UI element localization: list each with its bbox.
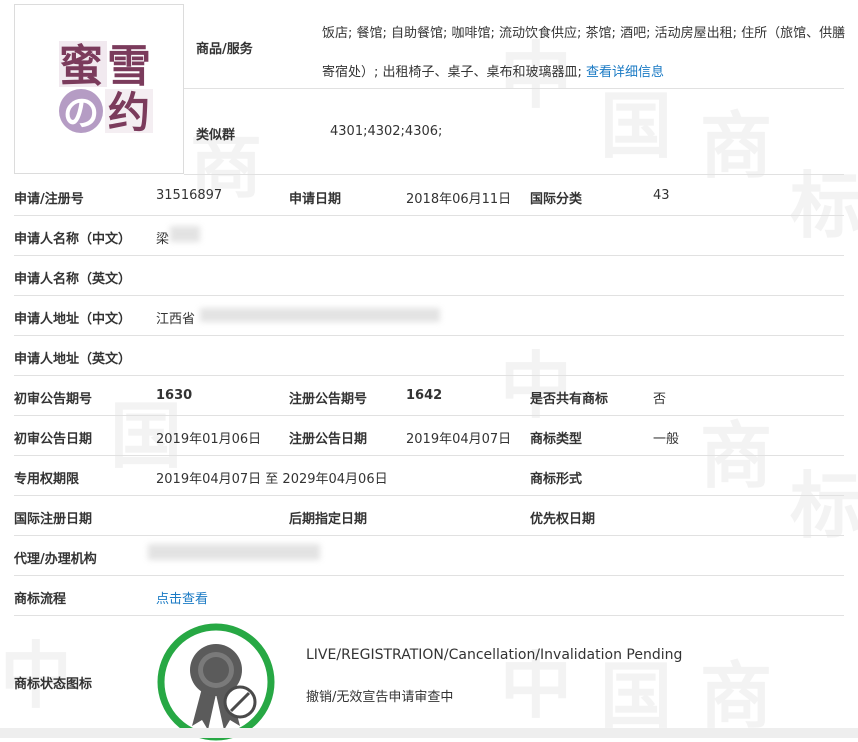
status-text-en: LIVE/REGISTRATION/Cancellation/Invalidat… — [306, 647, 683, 663]
view-details-link[interactable]: 查看详细信息 — [586, 65, 664, 80]
similar-group-label: 类似群 — [196, 128, 236, 143]
redacted-block — [148, 544, 320, 560]
row-divider — [14, 615, 844, 616]
reg-issue-label: 注册公告期号 — [289, 392, 368, 407]
logo-char: 约 — [108, 88, 150, 137]
row-divider — [14, 495, 844, 496]
goods-services-value: 饭店; 餐馆; 自助餐馆; 咖啡馆; 流动饮食供应; 茶馆; 酒吧; 活动房屋出… — [322, 14, 852, 92]
row-divider — [14, 255, 844, 256]
reg-date-value: 2019年04月07日 — [406, 432, 512, 447]
process-view-link[interactable]: 点击查看 — [156, 588, 208, 607]
exclusive-period-value: 2019年04月07日 至 2029年04月06日 — [156, 472, 388, 487]
exclusive-period-label: 专用权期限 — [14, 472, 80, 487]
shared-mark-label: 是否共有商标 — [530, 392, 609, 407]
row-divider — [14, 335, 844, 336]
similar-group-value: 4301;4302;4306; — [330, 124, 443, 139]
intl-class-label: 国际分类 — [530, 192, 583, 207]
prelim-date-label: 初审公告日期 — [14, 432, 93, 447]
row-divider — [14, 375, 844, 376]
goods-services-label: 商品/服务 — [196, 42, 253, 57]
logo-char: の — [63, 93, 99, 134]
reg-issue-value: 1642 — [406, 388, 443, 403]
bottom-scroll-bar — [0, 728, 858, 738]
applicant-cn-label: 申请人名称（中文） — [14, 232, 132, 247]
app-date-label: 申请日期 — [289, 192, 342, 207]
reg-no-value: 31516897 — [156, 188, 223, 203]
intl-reg-date-label: 国际注册日期 — [14, 512, 93, 527]
prelim-issue-value: 1630 — [156, 388, 193, 403]
trademark-image[interactable]: 蜜 雪 の 约 — [14, 4, 184, 174]
priority-date-label: 优先权日期 — [530, 512, 596, 527]
process-label: 商标流程 — [14, 592, 67, 607]
prelim-issue-label: 初审公告期号 — [14, 392, 93, 407]
goods-services-text: 饭店; 餐馆; 自助餐馆; 咖啡馆; 流动饮食供应; 茶馆; 酒吧; 活动房屋出… — [322, 26, 846, 80]
agent-label: 代理/办理机构 — [14, 552, 97, 567]
row-divider — [14, 575, 844, 576]
reg-no-label: 申请/注册号 — [14, 192, 84, 207]
row-divider — [184, 174, 844, 175]
trademark-detail-panel: 蜜 雪 の 约 商品/服务 饭店; 餐馆; 自助餐馆; 咖啡馆; 流动饮食供应;… — [0, 0, 858, 741]
prelim-date-value: 2019年01月06日 — [156, 432, 262, 447]
reg-date-label: 注册公告日期 — [289, 432, 368, 447]
status-text-cn: 撤销/无效宣告申请审查中 — [306, 690, 454, 705]
row-divider — [184, 88, 844, 89]
later-designation-label: 后期指定日期 — [289, 512, 368, 527]
intl-class-value: 43 — [653, 188, 670, 203]
logo-char: 蜜 — [59, 41, 103, 92]
logo-char: 雪 — [107, 41, 151, 92]
address-cn-value: 江西省 — [156, 312, 196, 327]
trademark-logo: 蜜 雪 の 约 — [55, 37, 155, 137]
cancellation-pending-badge-icon — [157, 623, 275, 741]
app-date-value: 2018年06月11日 — [406, 192, 512, 207]
row-divider — [14, 455, 844, 456]
status-icon-label: 商标状态图标 — [14, 677, 93, 692]
row-divider — [14, 535, 844, 536]
applicant-en-label: 申请人名称（英文） — [14, 272, 132, 287]
address-en-label: 申请人地址（英文） — [14, 352, 132, 367]
redacted-block — [200, 308, 440, 322]
applicant-cn-value: 梁 — [156, 232, 170, 247]
address-cn-label: 申请人地址（中文） — [14, 312, 132, 327]
shared-mark-value: 否 — [653, 392, 667, 407]
row-divider — [14, 415, 844, 416]
row-divider — [14, 215, 844, 216]
mark-type-label: 商标类型 — [530, 432, 583, 447]
row-divider — [14, 295, 844, 296]
redacted-block — [170, 226, 200, 242]
mark-type-value: 一般 — [653, 432, 680, 447]
mark-form-label: 商标形式 — [530, 472, 583, 487]
